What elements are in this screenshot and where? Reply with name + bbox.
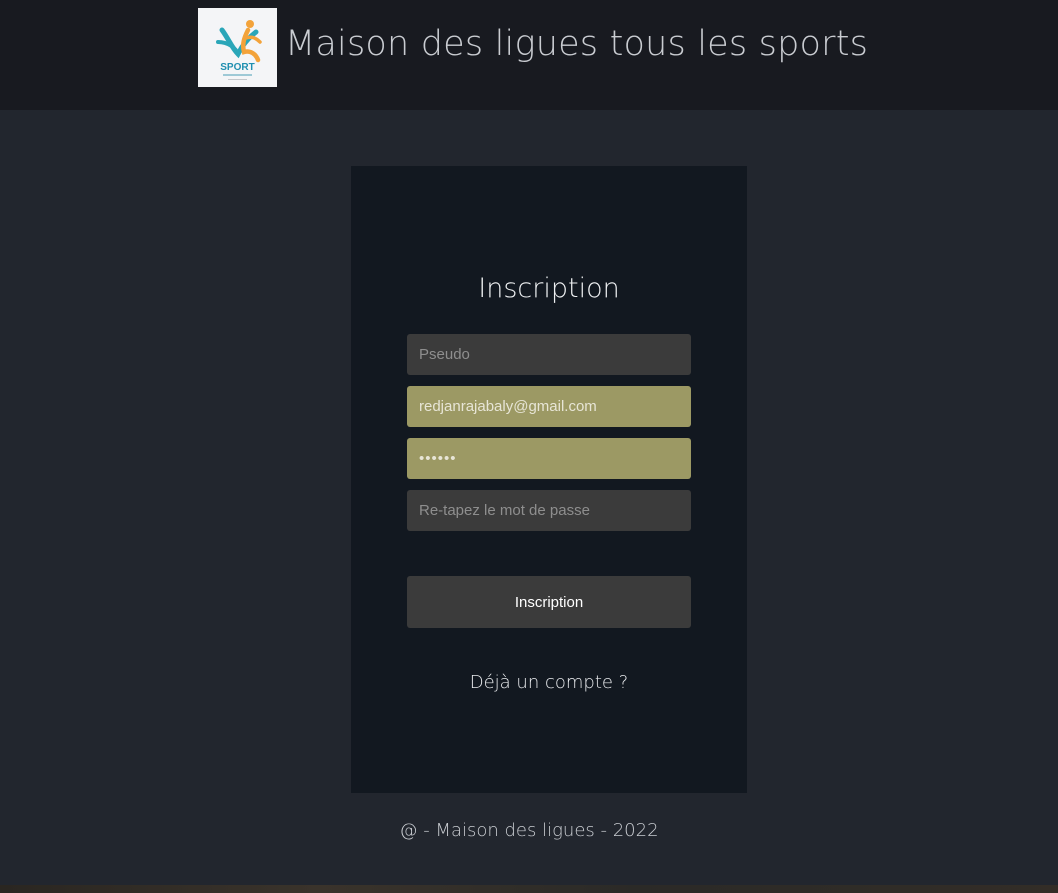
sport-logo-graphic: SPORT [216, 20, 262, 80]
bottom-strip [0, 885, 1058, 893]
pseudo-input[interactable] [407, 334, 691, 375]
email-input[interactable] [407, 386, 691, 427]
retype-password-input[interactable] [407, 490, 691, 531]
footer-text: @ - Maison des ligues - 2022 [399, 820, 659, 841]
password-input[interactable] [407, 438, 691, 479]
login-link[interactable]: Déjà un compte ? [351, 671, 747, 695]
inscription-button[interactable]: Inscription [407, 576, 691, 628]
sport-logo-icon[interactable]: SPORT [198, 8, 277, 87]
signup-card [351, 166, 747, 793]
site-title: Maison des ligues tous les sports [285, 24, 869, 64]
form-title: Inscription [478, 273, 620, 304]
svg-text:SPORT: SPORT [220, 62, 254, 73]
site-header: SPORT Maison des ligues tous les sports [0, 0, 1058, 110]
